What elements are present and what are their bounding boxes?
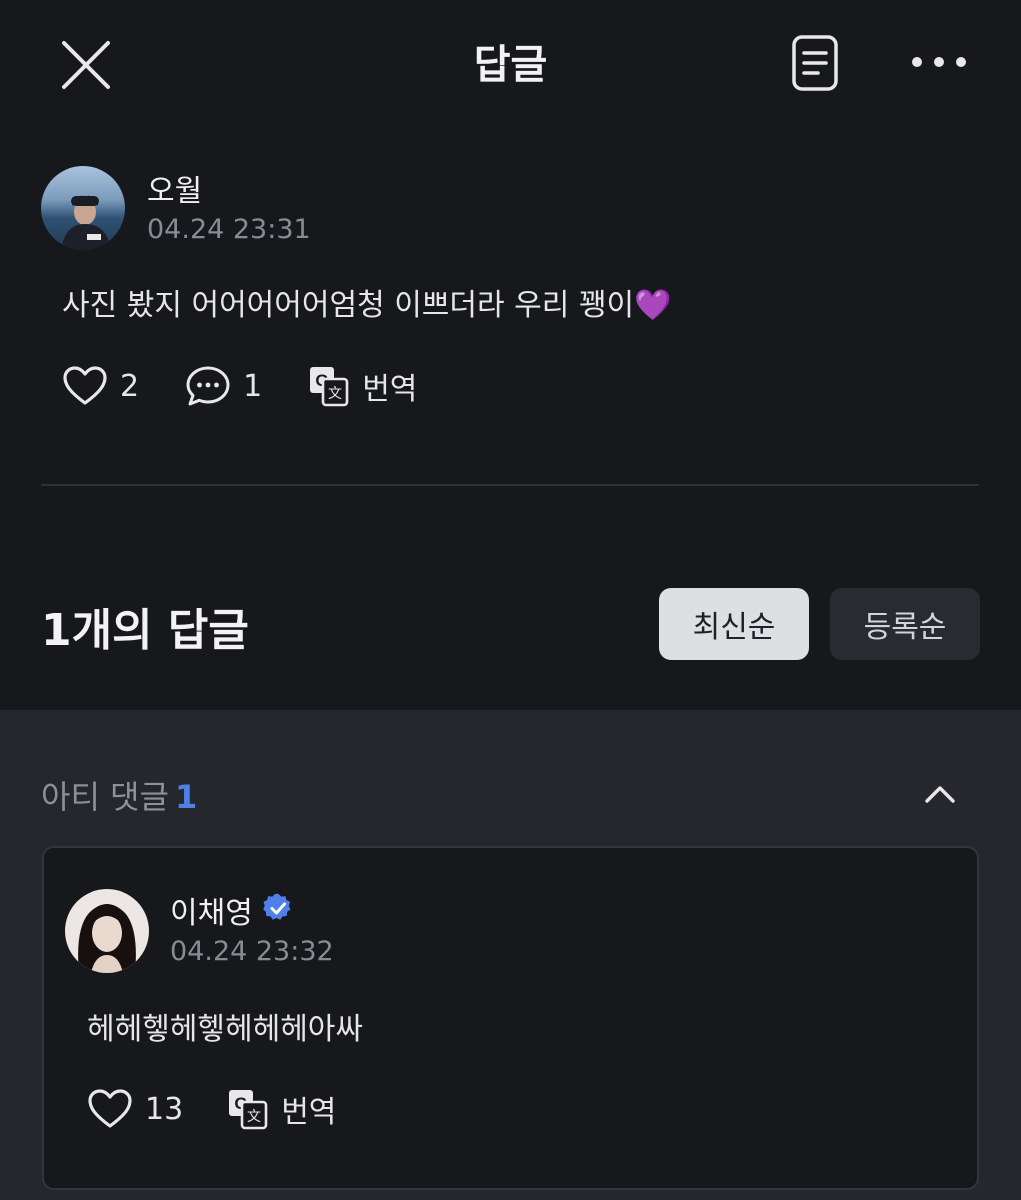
document-icon bbox=[792, 35, 838, 91]
post-actions: 2 1 G 文 번역 bbox=[62, 364, 463, 408]
reply-screen: 답글 오월 04.24 23:31 사진 봤지 어어어어어엄청 이쁘더라 우리 … bbox=[0, 0, 1021, 1200]
top-bar: 답글 bbox=[0, 0, 1021, 125]
post-comment-button[interactable]: 1 bbox=[185, 364, 262, 408]
comment-translate-button[interactable]: G 文 번역 bbox=[227, 1087, 336, 1131]
comment-like-count: 13 bbox=[145, 1091, 184, 1127]
close-icon bbox=[62, 41, 110, 89]
translate-icon: G 文 bbox=[229, 1090, 268, 1130]
sort-oldest-button[interactable]: 등록순 bbox=[830, 588, 980, 660]
post-comment-count: 1 bbox=[243, 368, 263, 404]
post-like-count: 2 bbox=[120, 368, 140, 404]
more-horizontal-icon bbox=[912, 57, 966, 67]
reply-count-heading: 1개의 답글 bbox=[41, 605, 249, 656]
heart-icon bbox=[88, 1089, 132, 1128]
verified-badge bbox=[262, 892, 294, 924]
post-timestamp: 04.24 23:31 bbox=[147, 214, 311, 245]
chevron-up-icon bbox=[925, 786, 955, 803]
more-options-button[interactable] bbox=[906, 44, 972, 80]
page-title: 답글 bbox=[473, 42, 548, 88]
post-text: 사진 봤지 어어어어어엄청 이쁘더라 우리 꽹이💜 bbox=[62, 288, 672, 323]
post-author-avatar[interactable] bbox=[41, 166, 125, 250]
post-author-name[interactable]: 오월 bbox=[147, 166, 202, 210]
post-translate-label: 번역 bbox=[362, 372, 418, 407]
artist-comments-label: 아티 댓글 1 bbox=[41, 772, 197, 818]
collapse-button[interactable] bbox=[920, 778, 960, 810]
post-translate-button[interactable]: G 文 번역 bbox=[308, 364, 417, 408]
artist-comments-title: 아티 댓글 bbox=[41, 778, 169, 816]
document-button[interactable] bbox=[790, 33, 840, 93]
avatar-photo bbox=[65, 889, 149, 973]
comment-like-button[interactable]: 13 bbox=[87, 1088, 183, 1130]
close-button[interactable] bbox=[58, 37, 114, 93]
comment-text: 헤헤헿헤헿헤헤헤아싸 bbox=[87, 1012, 363, 1047]
section-divider bbox=[41, 484, 979, 486]
comment-bubble-icon bbox=[186, 366, 230, 406]
comment-translate-label: 번역 bbox=[281, 1095, 337, 1130]
comment-timestamp: 04.24 23:32 bbox=[170, 936, 334, 967]
verified-badge-icon bbox=[263, 893, 291, 920]
translate-icon: G 文 bbox=[310, 367, 349, 407]
avatar-photo bbox=[61, 195, 111, 250]
comment-author-name[interactable]: 이채영 bbox=[170, 888, 253, 932]
comment-author-avatar[interactable] bbox=[65, 889, 149, 973]
svg-text:文: 文 bbox=[328, 386, 342, 402]
heart-icon bbox=[63, 366, 107, 405]
post-like-button[interactable]: 2 bbox=[62, 365, 139, 407]
sort-latest-button[interactable]: 최신순 bbox=[659, 588, 809, 660]
svg-text:文: 文 bbox=[247, 1109, 261, 1125]
artist-comments-count: 1 bbox=[174, 778, 198, 816]
comment-actions: 13 G 文 번역 bbox=[87, 1087, 380, 1131]
